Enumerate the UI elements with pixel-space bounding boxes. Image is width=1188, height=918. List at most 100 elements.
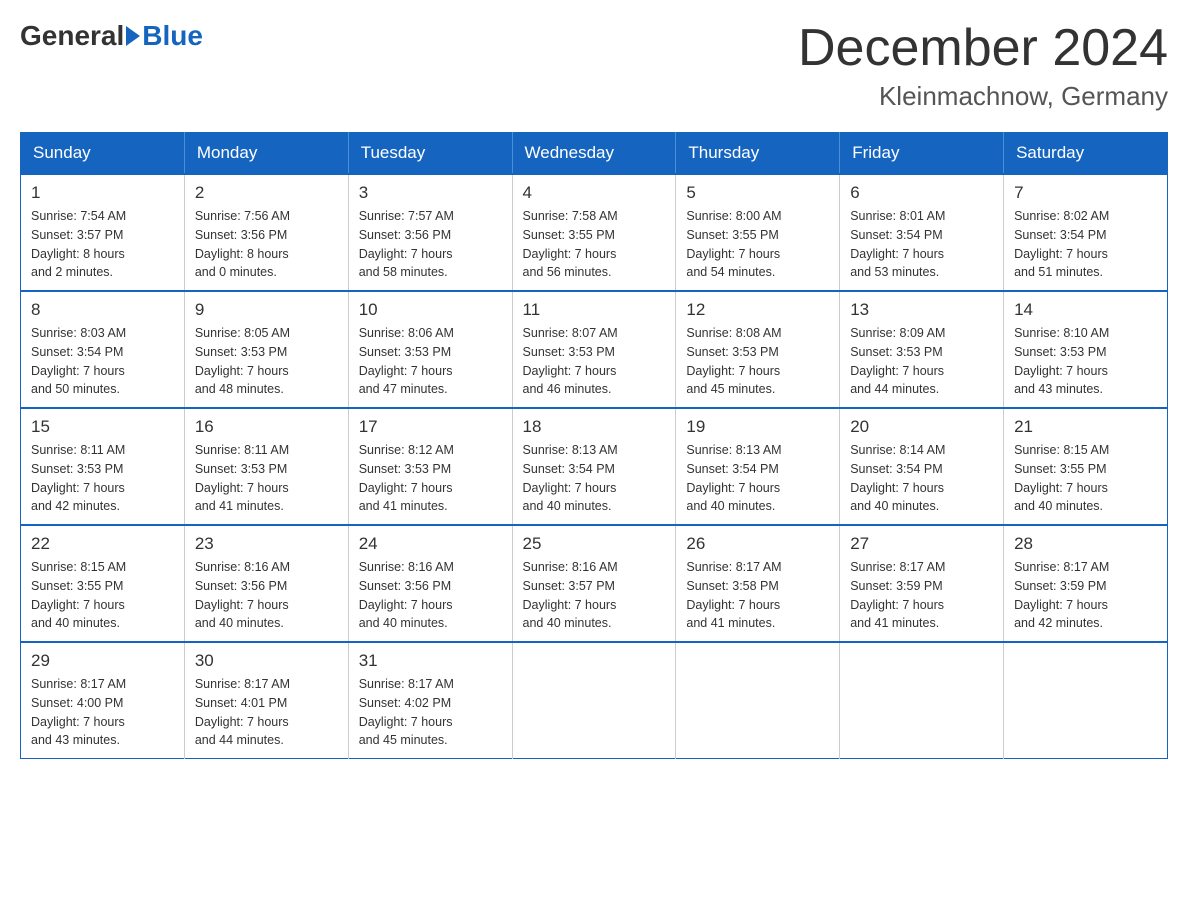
calendar-week-1: 1 Sunrise: 7:54 AMSunset: 3:57 PMDayligh… [21, 174, 1168, 291]
calendar-cell: 2 Sunrise: 7:56 AMSunset: 3:56 PMDayligh… [184, 174, 348, 291]
day-number: 30 [195, 651, 338, 671]
col-monday: Monday [184, 133, 348, 175]
col-saturday: Saturday [1004, 133, 1168, 175]
calendar-cell: 26 Sunrise: 8:17 AMSunset: 3:58 PMDaylig… [676, 525, 840, 642]
day-info: Sunrise: 8:03 AMSunset: 3:54 PMDaylight:… [31, 324, 174, 399]
day-info: Sunrise: 8:17 AMSunset: 4:02 PMDaylight:… [359, 675, 502, 750]
day-number: 4 [523, 183, 666, 203]
day-number: 24 [359, 534, 502, 554]
day-info: Sunrise: 8:01 AMSunset: 3:54 PMDaylight:… [850, 207, 993, 282]
calendar-cell: 21 Sunrise: 8:15 AMSunset: 3:55 PMDaylig… [1004, 408, 1168, 525]
day-info: Sunrise: 8:11 AMSunset: 3:53 PMDaylight:… [31, 441, 174, 516]
day-info: Sunrise: 7:58 AMSunset: 3:55 PMDaylight:… [523, 207, 666, 282]
day-number: 10 [359, 300, 502, 320]
day-info: Sunrise: 8:02 AMSunset: 3:54 PMDaylight:… [1014, 207, 1157, 282]
calendar-cell [676, 642, 840, 759]
location-subtitle: Kleinmachnow, Germany [798, 81, 1168, 112]
calendar-header-row: Sunday Monday Tuesday Wednesday Thursday… [21, 133, 1168, 175]
day-number: 26 [686, 534, 829, 554]
calendar-cell: 12 Sunrise: 8:08 AMSunset: 3:53 PMDaylig… [676, 291, 840, 408]
col-friday: Friday [840, 133, 1004, 175]
day-info: Sunrise: 8:00 AMSunset: 3:55 PMDaylight:… [686, 207, 829, 282]
day-number: 21 [1014, 417, 1157, 437]
calendar-cell: 5 Sunrise: 8:00 AMSunset: 3:55 PMDayligh… [676, 174, 840, 291]
calendar-cell: 10 Sunrise: 8:06 AMSunset: 3:53 PMDaylig… [348, 291, 512, 408]
calendar-cell [840, 642, 1004, 759]
day-number: 11 [523, 300, 666, 320]
day-info: Sunrise: 8:16 AMSunset: 3:56 PMDaylight:… [359, 558, 502, 633]
day-number: 3 [359, 183, 502, 203]
day-info: Sunrise: 8:10 AMSunset: 3:53 PMDaylight:… [1014, 324, 1157, 399]
day-number: 22 [31, 534, 174, 554]
logo-arrow-icon [126, 26, 140, 46]
calendar-table: Sunday Monday Tuesday Wednesday Thursday… [20, 132, 1168, 759]
day-info: Sunrise: 8:16 AMSunset: 3:56 PMDaylight:… [195, 558, 338, 633]
day-info: Sunrise: 8:17 AMSunset: 4:01 PMDaylight:… [195, 675, 338, 750]
day-number: 12 [686, 300, 829, 320]
day-info: Sunrise: 7:56 AMSunset: 3:56 PMDaylight:… [195, 207, 338, 282]
day-info: Sunrise: 7:54 AMSunset: 3:57 PMDaylight:… [31, 207, 174, 282]
calendar-cell: 18 Sunrise: 8:13 AMSunset: 3:54 PMDaylig… [512, 408, 676, 525]
day-info: Sunrise: 8:06 AMSunset: 3:53 PMDaylight:… [359, 324, 502, 399]
day-info: Sunrise: 8:14 AMSunset: 3:54 PMDaylight:… [850, 441, 993, 516]
day-number: 17 [359, 417, 502, 437]
calendar-cell: 9 Sunrise: 8:05 AMSunset: 3:53 PMDayligh… [184, 291, 348, 408]
day-info: Sunrise: 8:17 AMSunset: 3:59 PMDaylight:… [850, 558, 993, 633]
calendar-cell: 29 Sunrise: 8:17 AMSunset: 4:00 PMDaylig… [21, 642, 185, 759]
day-info: Sunrise: 8:11 AMSunset: 3:53 PMDaylight:… [195, 441, 338, 516]
day-number: 25 [523, 534, 666, 554]
calendar-cell: 6 Sunrise: 8:01 AMSunset: 3:54 PMDayligh… [840, 174, 1004, 291]
day-number: 9 [195, 300, 338, 320]
calendar-cell: 19 Sunrise: 8:13 AMSunset: 3:54 PMDaylig… [676, 408, 840, 525]
day-number: 31 [359, 651, 502, 671]
day-number: 19 [686, 417, 829, 437]
calendar-cell: 13 Sunrise: 8:09 AMSunset: 3:53 PMDaylig… [840, 291, 1004, 408]
calendar-week-4: 22 Sunrise: 8:15 AMSunset: 3:55 PMDaylig… [21, 525, 1168, 642]
day-info: Sunrise: 8:13 AMSunset: 3:54 PMDaylight:… [686, 441, 829, 516]
calendar-cell [512, 642, 676, 759]
page-header: General Blue December 2024 Kleinmachnow,… [20, 20, 1168, 112]
day-number: 14 [1014, 300, 1157, 320]
calendar-cell: 16 Sunrise: 8:11 AMSunset: 3:53 PMDaylig… [184, 408, 348, 525]
day-info: Sunrise: 8:15 AMSunset: 3:55 PMDaylight:… [31, 558, 174, 633]
day-number: 2 [195, 183, 338, 203]
day-info: Sunrise: 8:15 AMSunset: 3:55 PMDaylight:… [1014, 441, 1157, 516]
day-number: 5 [686, 183, 829, 203]
calendar-cell: 17 Sunrise: 8:12 AMSunset: 3:53 PMDaylig… [348, 408, 512, 525]
logo-general-text: General [20, 20, 124, 52]
day-info: Sunrise: 8:17 AMSunset: 4:00 PMDaylight:… [31, 675, 174, 750]
day-info: Sunrise: 8:09 AMSunset: 3:53 PMDaylight:… [850, 324, 993, 399]
day-number: 23 [195, 534, 338, 554]
calendar-cell: 28 Sunrise: 8:17 AMSunset: 3:59 PMDaylig… [1004, 525, 1168, 642]
calendar-cell: 1 Sunrise: 7:54 AMSunset: 3:57 PMDayligh… [21, 174, 185, 291]
calendar-cell: 14 Sunrise: 8:10 AMSunset: 3:53 PMDaylig… [1004, 291, 1168, 408]
calendar-cell: 8 Sunrise: 8:03 AMSunset: 3:54 PMDayligh… [21, 291, 185, 408]
day-info: Sunrise: 8:16 AMSunset: 3:57 PMDaylight:… [523, 558, 666, 633]
day-info: Sunrise: 8:17 AMSunset: 3:58 PMDaylight:… [686, 558, 829, 633]
day-number: 29 [31, 651, 174, 671]
day-info: Sunrise: 8:07 AMSunset: 3:53 PMDaylight:… [523, 324, 666, 399]
day-number: 15 [31, 417, 174, 437]
calendar-cell: 24 Sunrise: 8:16 AMSunset: 3:56 PMDaylig… [348, 525, 512, 642]
calendar-cell: 4 Sunrise: 7:58 AMSunset: 3:55 PMDayligh… [512, 174, 676, 291]
day-info: Sunrise: 8:08 AMSunset: 3:53 PMDaylight:… [686, 324, 829, 399]
day-number: 20 [850, 417, 993, 437]
day-number: 13 [850, 300, 993, 320]
calendar-cell: 23 Sunrise: 8:16 AMSunset: 3:56 PMDaylig… [184, 525, 348, 642]
calendar-cell: 27 Sunrise: 8:17 AMSunset: 3:59 PMDaylig… [840, 525, 1004, 642]
logo-blue-text: Blue [142, 20, 203, 52]
day-number: 6 [850, 183, 993, 203]
title-section: December 2024 Kleinmachnow, Germany [798, 20, 1168, 112]
day-number: 28 [1014, 534, 1157, 554]
calendar-cell: 31 Sunrise: 8:17 AMSunset: 4:02 PMDaylig… [348, 642, 512, 759]
calendar-week-5: 29 Sunrise: 8:17 AMSunset: 4:00 PMDaylig… [21, 642, 1168, 759]
day-number: 16 [195, 417, 338, 437]
calendar-cell: 20 Sunrise: 8:14 AMSunset: 3:54 PMDaylig… [840, 408, 1004, 525]
calendar-week-2: 8 Sunrise: 8:03 AMSunset: 3:54 PMDayligh… [21, 291, 1168, 408]
calendar-week-3: 15 Sunrise: 8:11 AMSunset: 3:53 PMDaylig… [21, 408, 1168, 525]
day-info: Sunrise: 8:17 AMSunset: 3:59 PMDaylight:… [1014, 558, 1157, 633]
day-info: Sunrise: 7:57 AMSunset: 3:56 PMDaylight:… [359, 207, 502, 282]
month-year-title: December 2024 [798, 20, 1168, 77]
day-info: Sunrise: 8:13 AMSunset: 3:54 PMDaylight:… [523, 441, 666, 516]
calendar-cell: 25 Sunrise: 8:16 AMSunset: 3:57 PMDaylig… [512, 525, 676, 642]
